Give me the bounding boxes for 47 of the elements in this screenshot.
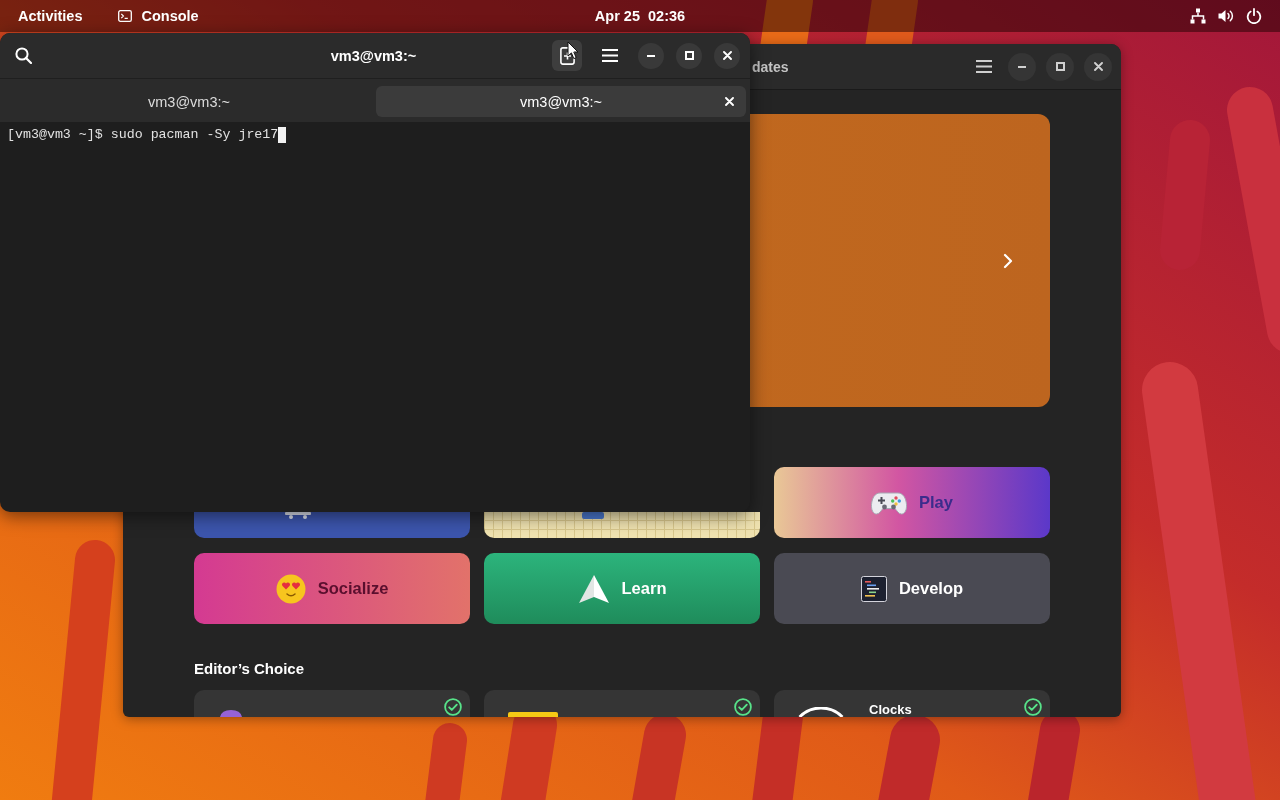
wheels-icon bbox=[285, 512, 311, 519]
category-tile[interactable] bbox=[194, 512, 470, 538]
minimize-button[interactable] bbox=[638, 42, 664, 69]
search-icon bbox=[14, 47, 32, 64]
app-name: Clocks bbox=[869, 703, 912, 717]
power-icon[interactable] bbox=[1246, 8, 1262, 24]
close-icon bbox=[1093, 62, 1103, 71]
app-icon bbox=[508, 712, 558, 717]
gamepad-icon bbox=[871, 489, 907, 516]
view-tab[interactable]: dates bbox=[752, 58, 789, 75]
menu-icon bbox=[976, 60, 992, 73]
window-title: vm3@vm3:~ bbox=[330, 47, 417, 64]
close-icon bbox=[722, 51, 732, 60]
minimize-icon bbox=[647, 54, 655, 57]
app-card[interactable] bbox=[484, 690, 760, 717]
app-icon bbox=[220, 710, 242, 717]
menu-icon bbox=[602, 49, 618, 62]
close-button[interactable] bbox=[714, 42, 740, 69]
category-tile[interactable]: Develop bbox=[774, 553, 1050, 624]
close-tab-icon[interactable] bbox=[725, 97, 734, 106]
network-icon[interactable] bbox=[1190, 8, 1206, 24]
category-tile[interactable]: Socialize bbox=[194, 553, 470, 624]
maximize-icon bbox=[1055, 62, 1065, 71]
app-card[interactable]: Clocks bbox=[774, 690, 1050, 717]
tab[interactable]: vm3@vm3:~ bbox=[376, 86, 746, 117]
tab[interactable]: vm3@vm3:~ bbox=[4, 86, 374, 117]
close-button[interactable] bbox=[1084, 52, 1112, 81]
app-menu-button[interactable]: Console bbox=[108, 3, 209, 29]
command-line: [vm3@vm3 ~]$ sudo pacman -Sy jre17 bbox=[7, 126, 279, 143]
clock-button[interactable]: Apr 25 02:36 bbox=[584, 3, 696, 29]
maximize-icon bbox=[684, 51, 694, 60]
activities-button[interactable]: Activities bbox=[8, 3, 93, 29]
code-editor-icon bbox=[860, 575, 887, 602]
terminal-icon bbox=[118, 10, 133, 22]
section-heading: Editor’s Choice bbox=[194, 660, 306, 677]
block-icon bbox=[582, 512, 604, 519]
maximize-button[interactable] bbox=[676, 42, 702, 69]
category-tile[interactable] bbox=[484, 512, 760, 538]
page-plus-icon bbox=[559, 46, 575, 65]
volume-icon[interactable] bbox=[1218, 8, 1234, 24]
heart-eyes-emoji-icon bbox=[275, 573, 306, 604]
mouse-pointer-icon bbox=[567, 41, 579, 60]
maximize-button[interactable] bbox=[1046, 52, 1074, 81]
chevron-right-icon[interactable] bbox=[1003, 252, 1013, 269]
text-cursor-icon bbox=[278, 126, 287, 143]
paper-plane-icon bbox=[577, 573, 610, 604]
minimize-icon bbox=[1018, 65, 1026, 68]
